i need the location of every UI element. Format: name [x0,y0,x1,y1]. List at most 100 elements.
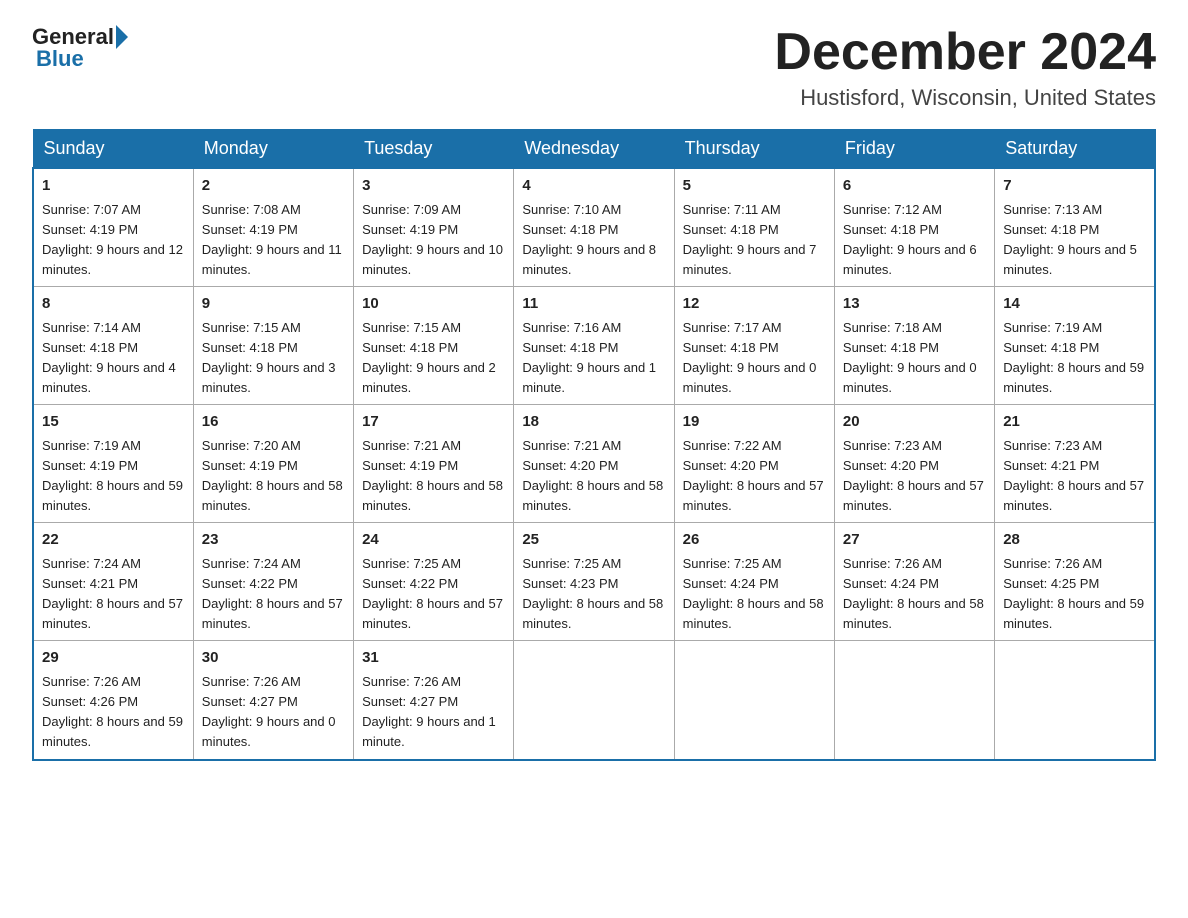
column-header-monday: Monday [193,130,353,169]
day-number: 30 [202,647,345,670]
day-info: Sunrise: 7:13 AMSunset: 4:18 PMDaylight:… [1003,200,1146,281]
day-info: Sunrise: 7:22 AMSunset: 4:20 PMDaylight:… [683,436,826,517]
title-block: December 2024 Hustisford, Wisconsin, Uni… [774,24,1156,111]
day-number: 22 [42,529,185,552]
day-number: 5 [683,175,826,198]
day-number: 15 [42,411,185,434]
calendar-table: SundayMondayTuesdayWednesdayThursdayFrid… [32,129,1156,760]
day-number: 21 [1003,411,1146,434]
day-number: 29 [42,647,185,670]
day-info: Sunrise: 7:25 AMSunset: 4:22 PMDaylight:… [362,554,505,635]
calendar-week-row: 22Sunrise: 7:24 AMSunset: 4:21 PMDayligh… [33,523,1155,641]
day-info: Sunrise: 7:18 AMSunset: 4:18 PMDaylight:… [843,318,986,399]
day-number: 19 [683,411,826,434]
day-number: 18 [522,411,665,434]
calendar-cell: 3Sunrise: 7:09 AMSunset: 4:19 PMDaylight… [354,168,514,287]
calendar-cell: 20Sunrise: 7:23 AMSunset: 4:20 PMDayligh… [834,405,994,523]
day-info: Sunrise: 7:21 AMSunset: 4:19 PMDaylight:… [362,436,505,517]
calendar-cell: 19Sunrise: 7:22 AMSunset: 4:20 PMDayligh… [674,405,834,523]
logo: General Blue [32,24,130,72]
calendar-header-row: SundayMondayTuesdayWednesdayThursdayFrid… [33,130,1155,169]
calendar-cell: 21Sunrise: 7:23 AMSunset: 4:21 PMDayligh… [995,405,1155,523]
column-header-tuesday: Tuesday [354,130,514,169]
day-info: Sunrise: 7:24 AMSunset: 4:21 PMDaylight:… [42,554,185,635]
column-header-wednesday: Wednesday [514,130,674,169]
day-number: 17 [362,411,505,434]
day-number: 20 [843,411,986,434]
day-info: Sunrise: 7:26 AMSunset: 4:27 PMDaylight:… [202,672,345,753]
day-info: Sunrise: 7:19 AMSunset: 4:19 PMDaylight:… [42,436,185,517]
calendar-cell: 11Sunrise: 7:16 AMSunset: 4:18 PMDayligh… [514,287,674,405]
calendar-cell: 27Sunrise: 7:26 AMSunset: 4:24 PMDayligh… [834,523,994,641]
calendar-cell: 4Sunrise: 7:10 AMSunset: 4:18 PMDaylight… [514,168,674,287]
day-number: 14 [1003,293,1146,316]
day-info: Sunrise: 7:07 AMSunset: 4:19 PMDaylight:… [42,200,185,281]
calendar-cell: 22Sunrise: 7:24 AMSunset: 4:21 PMDayligh… [33,523,193,641]
month-title: December 2024 [774,24,1156,81]
calendar-cell [995,641,1155,760]
day-number: 25 [522,529,665,552]
calendar-cell: 10Sunrise: 7:15 AMSunset: 4:18 PMDayligh… [354,287,514,405]
column-header-sunday: Sunday [33,130,193,169]
day-info: Sunrise: 7:24 AMSunset: 4:22 PMDaylight:… [202,554,345,635]
day-number: 8 [42,293,185,316]
day-info: Sunrise: 7:21 AMSunset: 4:20 PMDaylight:… [522,436,665,517]
calendar-week-row: 1Sunrise: 7:07 AMSunset: 4:19 PMDaylight… [33,168,1155,287]
calendar-cell: 26Sunrise: 7:25 AMSunset: 4:24 PMDayligh… [674,523,834,641]
day-info: Sunrise: 7:23 AMSunset: 4:21 PMDaylight:… [1003,436,1146,517]
day-number: 24 [362,529,505,552]
day-number: 1 [42,175,185,198]
calendar-cell: 18Sunrise: 7:21 AMSunset: 4:20 PMDayligh… [514,405,674,523]
calendar-cell: 1Sunrise: 7:07 AMSunset: 4:19 PMDaylight… [33,168,193,287]
calendar-cell: 31Sunrise: 7:26 AMSunset: 4:27 PMDayligh… [354,641,514,760]
calendar-cell: 29Sunrise: 7:26 AMSunset: 4:26 PMDayligh… [33,641,193,760]
day-number: 7 [1003,175,1146,198]
day-info: Sunrise: 7:20 AMSunset: 4:19 PMDaylight:… [202,436,345,517]
calendar-cell: 17Sunrise: 7:21 AMSunset: 4:19 PMDayligh… [354,405,514,523]
calendar-cell: 12Sunrise: 7:17 AMSunset: 4:18 PMDayligh… [674,287,834,405]
calendar-cell: 14Sunrise: 7:19 AMSunset: 4:18 PMDayligh… [995,287,1155,405]
calendar-cell [834,641,994,760]
day-info: Sunrise: 7:08 AMSunset: 4:19 PMDaylight:… [202,200,345,281]
calendar-cell: 2Sunrise: 7:08 AMSunset: 4:19 PMDaylight… [193,168,353,287]
day-number: 10 [362,293,505,316]
location-title: Hustisford, Wisconsin, United States [774,85,1156,111]
logo-arrow-icon [116,25,128,49]
column-header-thursday: Thursday [674,130,834,169]
day-info: Sunrise: 7:17 AMSunset: 4:18 PMDaylight:… [683,318,826,399]
day-number: 28 [1003,529,1146,552]
day-info: Sunrise: 7:25 AMSunset: 4:23 PMDaylight:… [522,554,665,635]
column-header-friday: Friday [834,130,994,169]
calendar-cell: 16Sunrise: 7:20 AMSunset: 4:19 PMDayligh… [193,405,353,523]
day-number: 31 [362,647,505,670]
logo-blue-text: Blue [36,46,84,71]
day-info: Sunrise: 7:16 AMSunset: 4:18 PMDaylight:… [522,318,665,399]
day-number: 2 [202,175,345,198]
calendar-cell: 28Sunrise: 7:26 AMSunset: 4:25 PMDayligh… [995,523,1155,641]
day-number: 13 [843,293,986,316]
day-info: Sunrise: 7:19 AMSunset: 4:18 PMDaylight:… [1003,318,1146,399]
day-number: 26 [683,529,826,552]
day-number: 12 [683,293,826,316]
day-info: Sunrise: 7:26 AMSunset: 4:27 PMDaylight:… [362,672,505,753]
day-info: Sunrise: 7:23 AMSunset: 4:20 PMDaylight:… [843,436,986,517]
calendar-cell: 8Sunrise: 7:14 AMSunset: 4:18 PMDaylight… [33,287,193,405]
calendar-cell: 9Sunrise: 7:15 AMSunset: 4:18 PMDaylight… [193,287,353,405]
calendar-week-row: 8Sunrise: 7:14 AMSunset: 4:18 PMDaylight… [33,287,1155,405]
day-number: 16 [202,411,345,434]
day-info: Sunrise: 7:14 AMSunset: 4:18 PMDaylight:… [42,318,185,399]
calendar-cell [514,641,674,760]
day-info: Sunrise: 7:10 AMSunset: 4:18 PMDaylight:… [522,200,665,281]
calendar-cell: 7Sunrise: 7:13 AMSunset: 4:18 PMDaylight… [995,168,1155,287]
page-header: General Blue December 2024 Hustisford, W… [32,24,1156,111]
day-info: Sunrise: 7:12 AMSunset: 4:18 PMDaylight:… [843,200,986,281]
day-number: 9 [202,293,345,316]
calendar-cell: 23Sunrise: 7:24 AMSunset: 4:22 PMDayligh… [193,523,353,641]
day-info: Sunrise: 7:15 AMSunset: 4:18 PMDaylight:… [202,318,345,399]
column-header-saturday: Saturday [995,130,1155,169]
day-info: Sunrise: 7:09 AMSunset: 4:19 PMDaylight:… [362,200,505,281]
day-number: 11 [522,293,665,316]
day-number: 3 [362,175,505,198]
calendar-week-row: 29Sunrise: 7:26 AMSunset: 4:26 PMDayligh… [33,641,1155,760]
calendar-cell: 25Sunrise: 7:25 AMSunset: 4:23 PMDayligh… [514,523,674,641]
